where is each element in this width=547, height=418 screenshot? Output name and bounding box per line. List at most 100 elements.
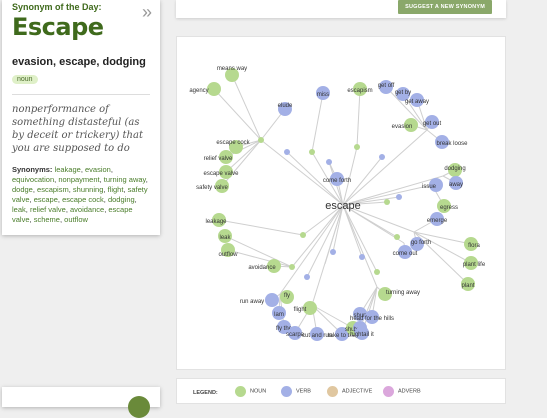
top-panel: SUGGEST A NEW SYNONYM [176, 0, 506, 18]
graph-node-label: hightail it [350, 332, 374, 338]
legend-dot [281, 386, 292, 397]
synonym-link[interactable]: relief valve [30, 205, 66, 214]
synonym-link[interactable]: escape cock [62, 195, 104, 204]
graph-node[interactable] [265, 293, 279, 307]
synonym-separator: , [68, 185, 71, 194]
card-divider [12, 94, 150, 95]
legend-item-adjective: ADJECTIVE [327, 386, 372, 397]
graph-junction [374, 269, 380, 275]
graph-node-label: agency [189, 88, 208, 94]
synonym-link[interactable]: evasion [85, 165, 111, 174]
sotd-definition: nonperformance of something distasteful … [12, 104, 143, 154]
card-logo-icon [128, 396, 150, 418]
graph-junction [326, 159, 332, 165]
graph-center-label[interactable]: escape [325, 200, 360, 212]
graph-junction [379, 154, 385, 160]
legend-item-noun: NOUN [235, 386, 266, 397]
graph-junction [330, 249, 336, 255]
legend-dot [235, 386, 246, 397]
graph-junction [284, 149, 290, 155]
graph-junction [289, 264, 295, 270]
sotd-synonyms-line: evasion, escape, dodging [12, 56, 146, 68]
graph-node-label: get by [395, 90, 411, 96]
graph-node-label: avoidance [248, 265, 276, 271]
graph-node-label: run away [240, 299, 264, 305]
graph-edge [213, 88, 262, 141]
graph-node-label: egress [440, 205, 458, 211]
graph-edge [342, 129, 428, 206]
synonym-separator: , [99, 175, 102, 184]
graph-junction [354, 144, 360, 150]
synonym-separator: , [104, 205, 107, 214]
synonym-link[interactable]: outflow [64, 215, 88, 224]
graph-node-label: safety valve [196, 185, 228, 191]
graph-junction [258, 137, 264, 143]
synonym-separator: , [103, 195, 106, 204]
sotd-synonyms-list: Synonyms: leakage, evasion, equivocation… [12, 165, 150, 225]
graph-node-label: leakage [205, 219, 227, 225]
synonym-separator: , [59, 215, 63, 224]
graph-edge [260, 139, 344, 206]
graph-node-label: means way [217, 66, 247, 72]
graph-edge [342, 204, 363, 258]
legend-panel: LEGEND: NOUN VERB ADJECTIVE ADVERB [176, 378, 506, 404]
legend-dot [383, 386, 394, 397]
legend-item-adverb: ADVERB [383, 386, 421, 397]
graph-junction [309, 149, 315, 155]
graph-edge [306, 204, 344, 278]
synonym-separator: , [134, 195, 137, 204]
suggest-synonym-button[interactable]: SUGGEST A NEW SYNONYM [398, 0, 492, 14]
graph-node-label: flora [468, 243, 480, 249]
synonym-graph-panel: means way agency elude miss escapism get off g… [176, 36, 506, 370]
secondary-card [2, 387, 160, 418]
graph-node-label: lam [274, 312, 284, 318]
graph-node-label: fly [284, 293, 290, 299]
synonym-link[interactable]: scheme [34, 215, 60, 224]
graph-node-label: evasion [392, 124, 413, 130]
synonym-link[interactable]: flight [108, 185, 124, 194]
graph-node-label: get away [405, 99, 429, 105]
synonym-link[interactable]: dodging [108, 195, 135, 204]
synonym-separator: , [29, 215, 32, 224]
graph-node-label: emerge [427, 218, 448, 224]
sotd-label: Synonym of the Day: [12, 2, 102, 12]
synonym-link[interactable]: escapism [37, 185, 69, 194]
graph-node-label: escapism [347, 88, 372, 94]
graph-edge [218, 219, 304, 236]
synonym-link[interactable]: equivocation [12, 175, 54, 184]
graph-edge [311, 204, 344, 306]
synonym-separator: , [145, 175, 148, 184]
graph-junction [359, 254, 365, 260]
sotd-word[interactable]: Escape [12, 13, 150, 41]
legend-dot [327, 386, 338, 397]
graph-node-label: come out [393, 251, 418, 257]
graph-node-label: head for the hills [350, 316, 394, 322]
synonym-link[interactable]: leak [12, 205, 26, 214]
synonym-graph: means wayagencyeludemissescapismget offg… [189, 66, 486, 341]
graph-node-label: elude [278, 103, 293, 109]
graph-junction [300, 232, 306, 238]
synonym-separator: , [25, 205, 28, 214]
synonym-link[interactable]: dodge [12, 185, 33, 194]
synonym-separator: , [65, 205, 68, 214]
graph-node-label: outflow [218, 252, 238, 258]
synonym-link[interactable]: leakage [55, 165, 81, 174]
synonym-link[interactable]: shunning [73, 185, 103, 194]
synonym-link[interactable]: escape [34, 195, 58, 204]
next-chevron-icon[interactable]: » [142, 2, 152, 22]
graph-node[interactable] [207, 82, 221, 96]
synonym-link[interactable]: avoidance [70, 205, 104, 214]
legend-label: NOUN [250, 388, 267, 395]
graph-edge [342, 204, 378, 288]
graph-node-label: escape cock [216, 140, 250, 146]
graph-node-label: go forth [411, 240, 431, 246]
synonym-link[interactable]: nonpayment [58, 175, 99, 184]
synonym-link[interactable]: turning away [104, 175, 146, 184]
graph-edge [356, 88, 361, 148]
graph-node-label: miss [317, 92, 329, 98]
graph-node-label: flight [294, 307, 307, 313]
graph-node-label: get out [423, 121, 442, 127]
synonym-separator: , [123, 185, 126, 194]
synonym-separator: , [32, 185, 35, 194]
graph-node-label: break loose [436, 141, 468, 147]
